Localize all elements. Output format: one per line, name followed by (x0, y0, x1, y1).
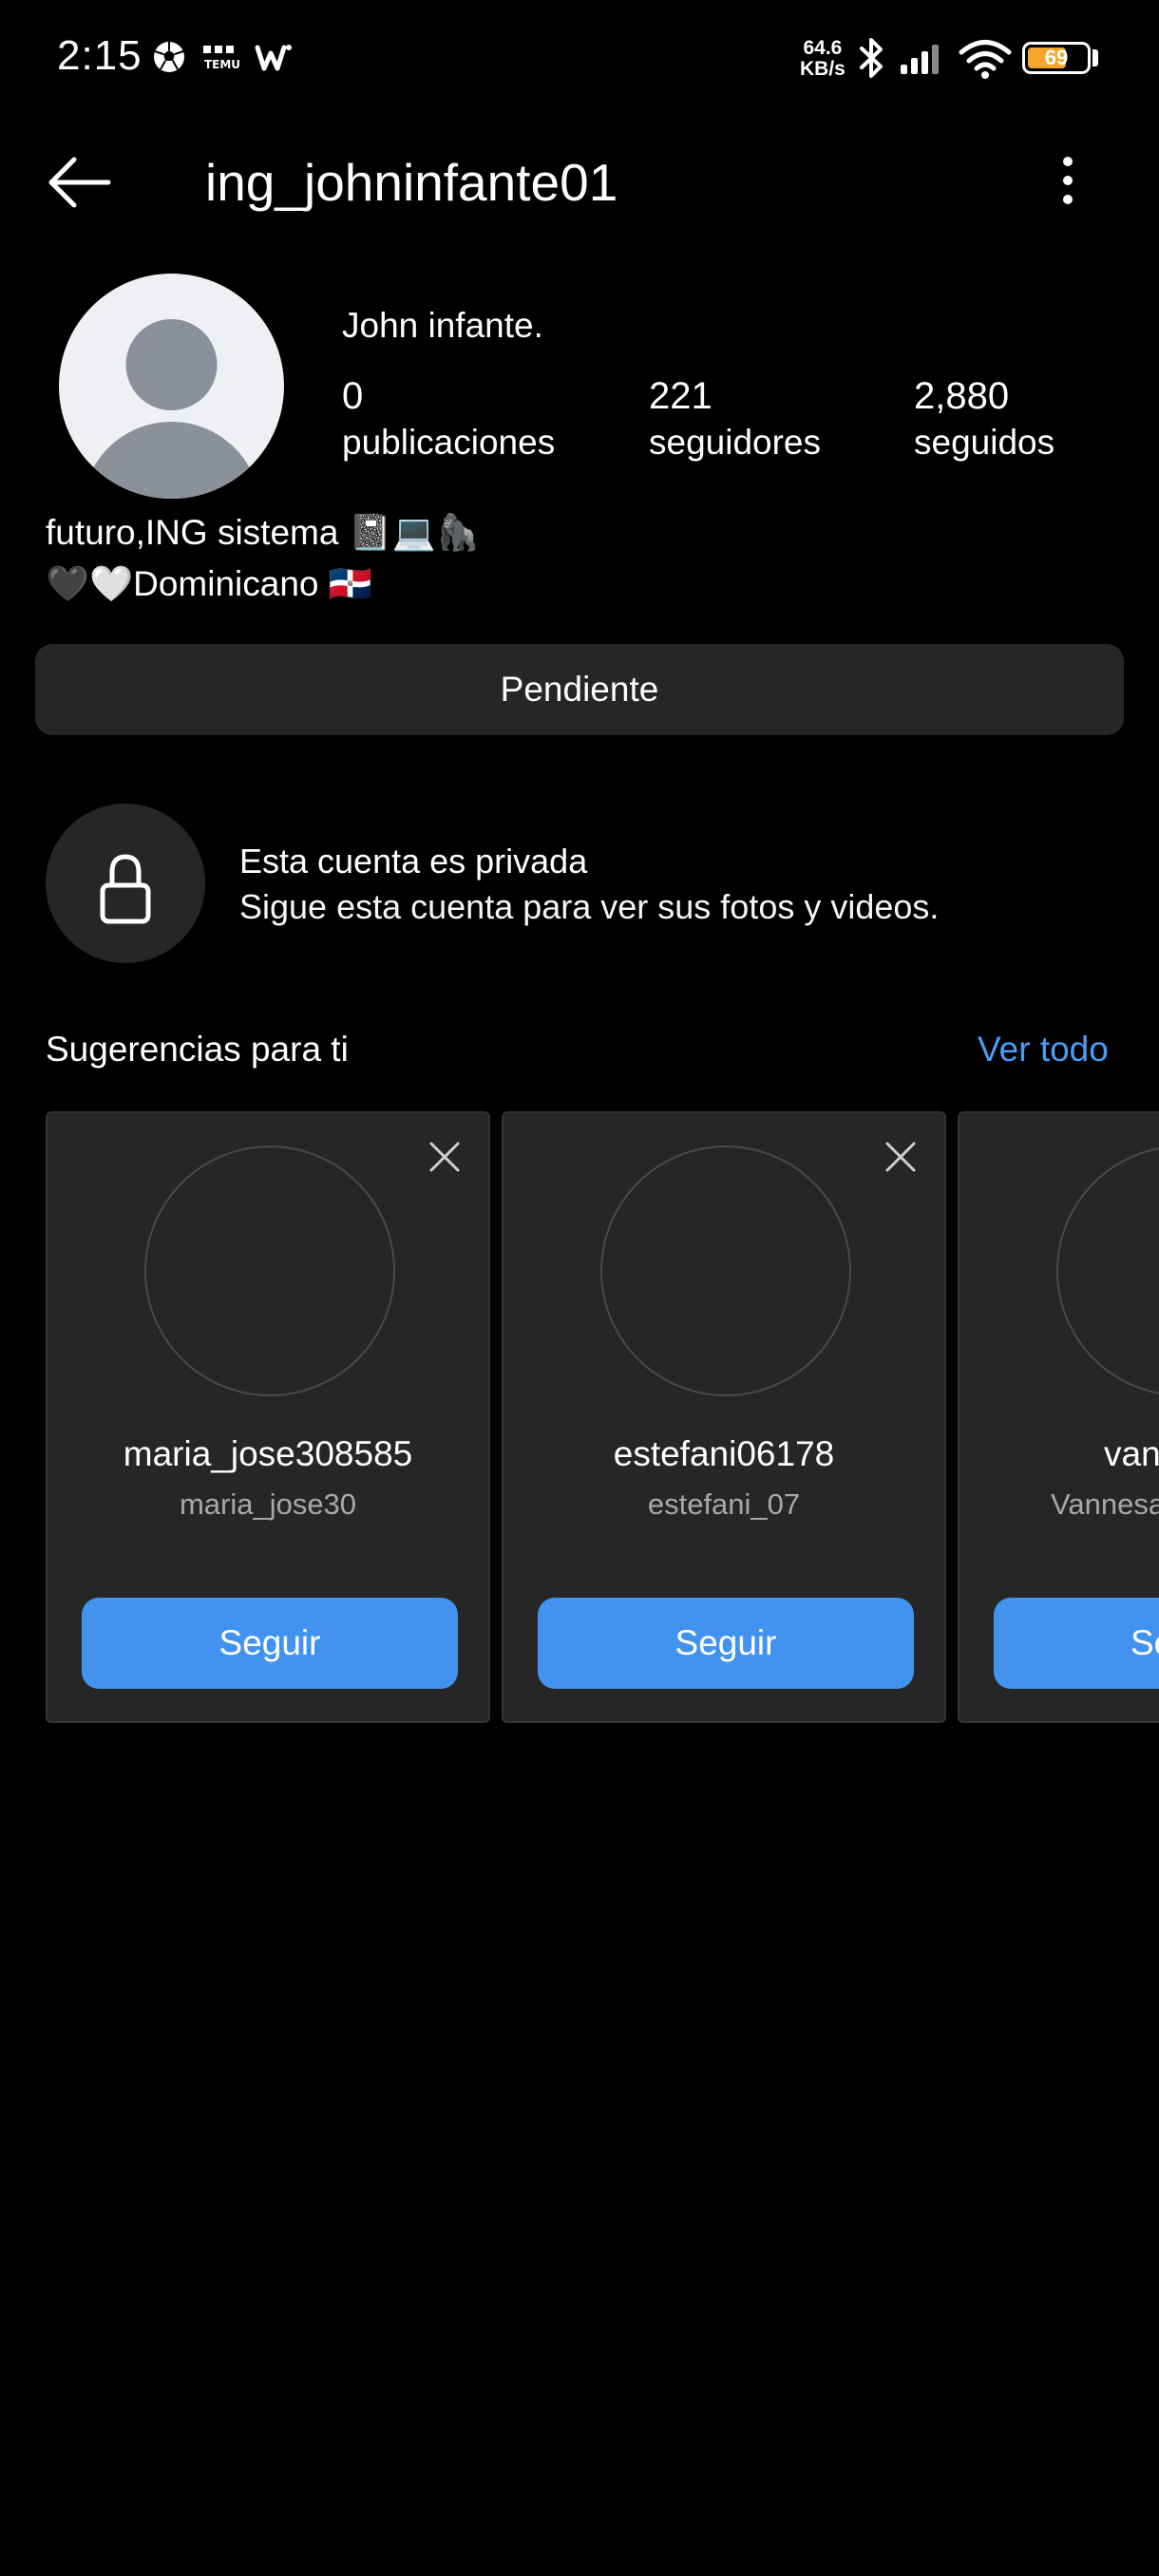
bluetooth-icon (860, 38, 883, 78)
follow-button[interactable]: Seguir (538, 1598, 914, 1689)
stat-followers[interactable]: 221 seguidores (649, 372, 821, 465)
default-avatar-icon (83, 319, 260, 499)
stat-posts: 0 publicaciones (342, 372, 555, 465)
stat-posts-label: publicaciones (342, 423, 556, 462)
suggestion-avatar[interactable] (1056, 1146, 1159, 1396)
soccer-ball-icon (154, 42, 184, 72)
network-speed-value: 64.6 (803, 37, 843, 59)
follow-button[interactable]: Seguir (82, 1598, 458, 1689)
suggestion-avatar[interactable] (600, 1146, 851, 1396)
bio-line-1: futuro,ING sistema 📓💻🦍 (46, 513, 480, 552)
suggestion-card[interactable]: estefani06178 estefani_07 Seguir (502, 1111, 946, 1723)
battery-percent: 69 (1044, 46, 1069, 69)
battery-icon: 69 (1022, 42, 1091, 74)
network-speed: 64.6 KB/s (800, 38, 846, 80)
status-bar: 2:15 TEMU 64.6 KB/s 69 (0, 0, 1159, 114)
profile-page: 2:15 TEMU 64.6 KB/s 69 ing_johninfante01… (0, 0, 1159, 2576)
svg-text:TEMU: TEMU (204, 58, 240, 70)
wifi-icon (959, 40, 1012, 79)
private-lock-badge (46, 804, 205, 963)
suggestion-name: maria_jose30 (179, 1487, 357, 1521)
network-speed-unit: KB/s (800, 58, 846, 80)
suggestions-title: Sugerencias para ti (46, 1030, 349, 1069)
private-account-title: Esta cuenta es privada (239, 842, 588, 881)
pending-follow-button[interactable]: Pendiente (35, 644, 1124, 735)
suggestion-name: estefani_07 (647, 1487, 801, 1521)
profile-username: ing_johninfante01 (205, 153, 618, 212)
signal-icon (901, 45, 939, 74)
suggestion-avatar[interactable] (144, 1146, 395, 1396)
stat-posts-count: 0 (342, 375, 364, 417)
dismiss-suggestion-button[interactable] (882, 1138, 920, 1176)
status-time: 2:15 (57, 32, 142, 79)
lock-icon (100, 854, 151, 924)
suggestion-card[interactable]: maria_jose308585 maria_jose30 Seguir (46, 1111, 490, 1723)
stat-followers-count: 221 (649, 375, 712, 417)
more-options-button[interactable] (1045, 152, 1091, 213)
stat-followers-label: seguidores (649, 423, 822, 462)
suggestion-username[interactable]: estefani06178 (504, 1434, 944, 1474)
see-all-link[interactable]: Ver todo (978, 1030, 1109, 1070)
suggestion-username[interactable]: vann (1104, 1434, 1159, 1474)
wattpad-icon (255, 45, 292, 71)
bio-line-2: 🖤🤍Dominicano 🇩🇴 (46, 564, 372, 603)
back-button[interactable] (42, 152, 118, 213)
suggestion-username[interactable]: maria_jose308585 (48, 1434, 488, 1474)
temu-icon: TEMU (203, 46, 240, 70)
close-icon (429, 1142, 460, 1172)
follow-button[interactable]: Se (994, 1598, 1159, 1689)
stat-following-label: seguidos (914, 423, 1055, 462)
stat-following-count: 2,880 (914, 375, 1010, 417)
profile-display-name: John infante. (342, 306, 543, 345)
dismiss-suggestion-button[interactable] (426, 1138, 464, 1176)
suggestion-card[interactable]: vann Vannesa Se (958, 1111, 1159, 1723)
suggestions-carousel[interactable]: maria_jose308585 maria_jose30 Seguir est… (46, 1111, 1159, 1723)
stat-following[interactable]: 2,880 seguidos (914, 372, 1054, 465)
suggestion-name: Vannesa (1051, 1487, 1159, 1521)
private-account-subtitle: Sigue esta cuenta para ver sus fotos y v… (239, 887, 940, 926)
arrow-left-icon (48, 157, 111, 208)
close-icon (885, 1142, 916, 1172)
profile-avatar[interactable] (59, 274, 284, 499)
more-vertical-icon (1063, 157, 1073, 204)
battery-cap (1092, 49, 1098, 66)
